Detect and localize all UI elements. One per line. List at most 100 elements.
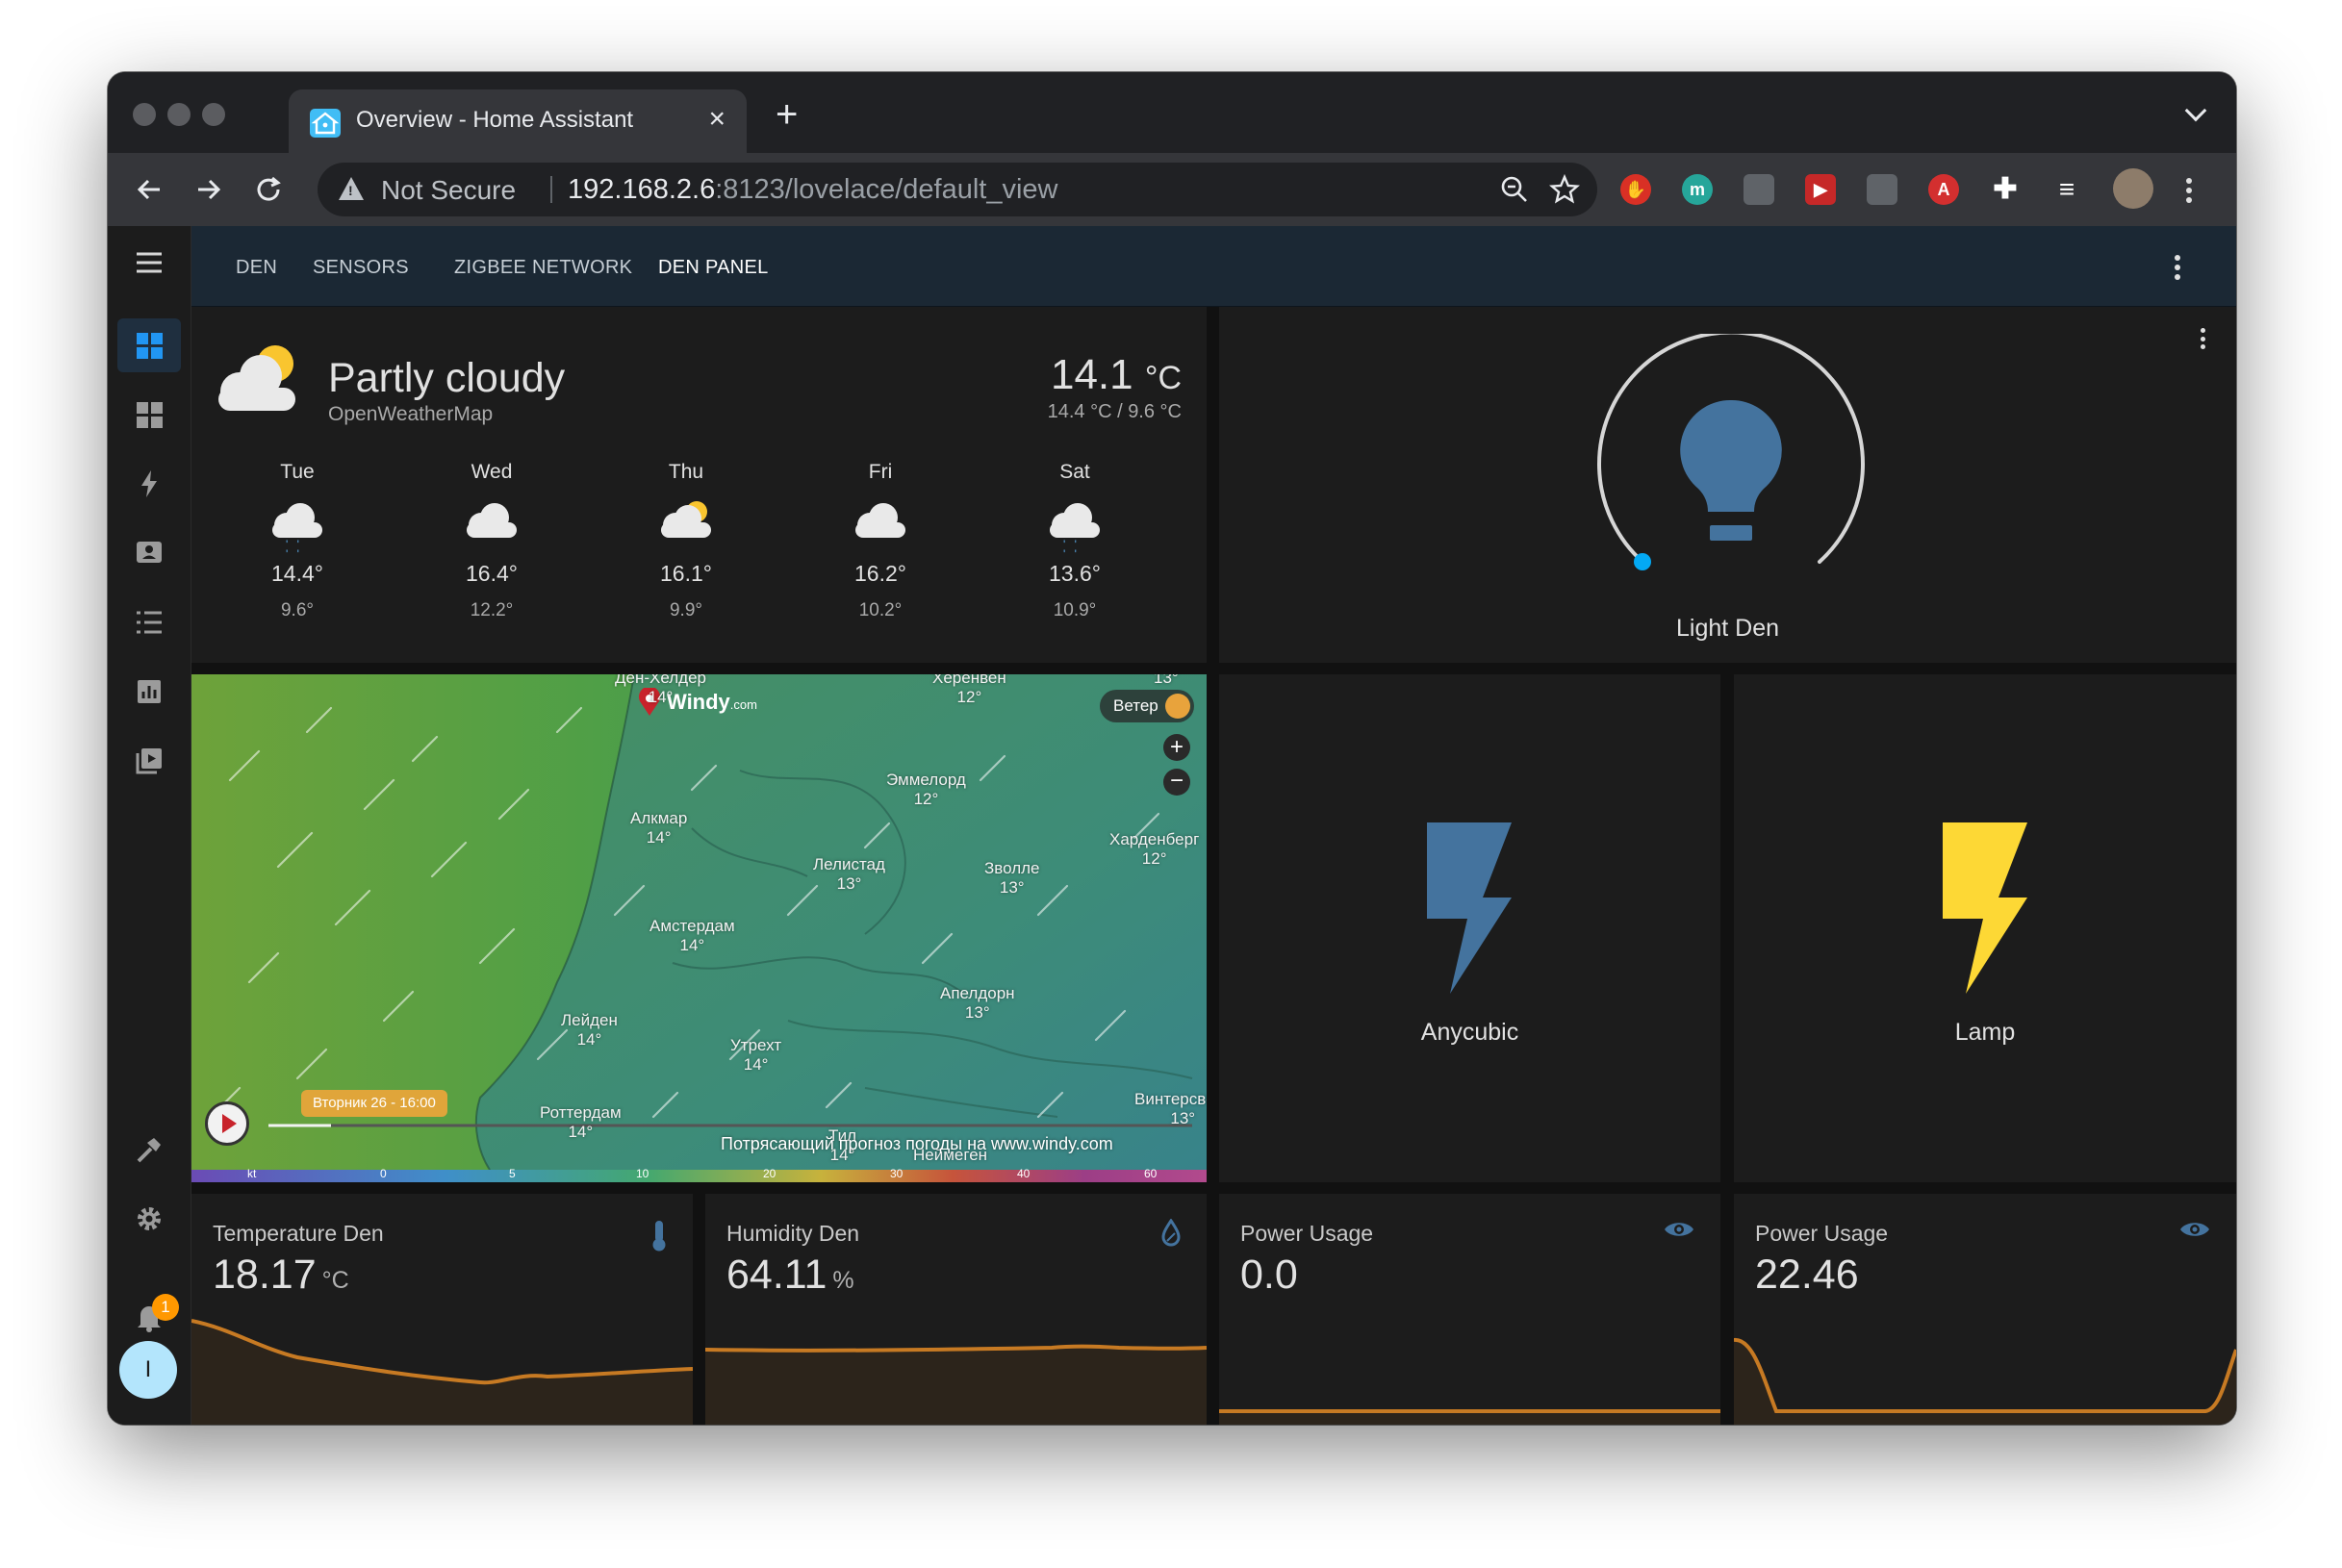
weather-source: OpenWeatherMap [328, 403, 494, 425]
sidebar-item-notifications[interactable]: 1 [117, 1290, 181, 1344]
sidebar-item-overview[interactable] [117, 318, 181, 372]
sensor-unit: °C [321, 1267, 349, 1294]
settings-icon [138, 1207, 161, 1230]
sidebar-item-logbook[interactable] [117, 526, 181, 580]
warning-icon [339, 177, 364, 200]
zoom-out-button[interactable]: − [1163, 769, 1190, 796]
new-tab-button[interactable]: + [776, 93, 798, 137]
sidebar-menu-icon[interactable] [117, 236, 181, 290]
media-queue-icon[interactable]: ≡ [2051, 174, 2082, 205]
browser-window: Overview - Home Assistant × + Not Secure… [108, 72, 2236, 1425]
tab-close-icon[interactable]: × [708, 103, 726, 136]
play-forecast-button[interactable] [205, 1101, 249, 1146]
map-city-label: Амстердам 14° [649, 917, 735, 954]
wallet-icon[interactable] [1867, 174, 1897, 205]
profile-avatar[interactable] [2113, 168, 2153, 209]
weather-card[interactable]: Partly cloudy OpenWeatherMap 14.1 °C 14.… [191, 307, 1207, 663]
wind-scale-label: 60 [1144, 1167, 1158, 1180]
sensor-name: Humidity Den [726, 1221, 860, 1246]
tab-search-chevron-icon[interactable] [2184, 99, 2207, 122]
map-city-label: Зволле 13° [984, 859, 1040, 897]
lamp-button-card[interactable]: Lamp [1734, 674, 2236, 1182]
puzzle-icon[interactable]: ✚ [1990, 174, 2021, 205]
minimize-window-button[interactable] [167, 103, 191, 126]
cloudy-icon [467, 501, 517, 544]
windy-credit[interactable]: Потрясающий прогноз погоды на www.windy.… [721, 1134, 1113, 1154]
zoom-icon[interactable] [1499, 174, 1530, 212]
sidebar-item-history[interactable] [117, 595, 181, 649]
sidebar-item-energy[interactable] [117, 457, 181, 511]
sensor-unit: % [832, 1267, 854, 1294]
tab-zigbee-network[interactable]: ZIGBEE NETWORK [454, 257, 632, 279]
light-more-info-icon[interactable] [2200, 328, 2205, 349]
wind-scale-label: 10 [636, 1167, 649, 1180]
stop-hand-icon[interactable]: ✋ [1620, 174, 1651, 205]
sidebar-item-developer-tools[interactable] [117, 1123, 181, 1176]
map-city-label: Утрехт 14° [730, 1036, 782, 1074]
overview-icon [136, 332, 163, 359]
windy-map-card[interactable]: Windy.com Ветер + − Ден-Хелдер 14° Херенв… [191, 674, 1207, 1182]
map-city-label: Лейден 14° [561, 1011, 618, 1049]
user-avatar[interactable]: I [119, 1341, 177, 1399]
weather-temperature-unit: °C [1144, 360, 1182, 396]
sensor-value: 22.46 [1755, 1252, 1865, 1299]
wind-scale: kt 0 5 10 20 30 40 60 [191, 1167, 1207, 1182]
tab-sensors[interactable]: SENSORS [313, 257, 409, 279]
wind-layer-button[interactable]: Ветер [1100, 690, 1194, 722]
sensor-card-temperature[interactable]: Temperature Den 18.17 °C [191, 1194, 693, 1425]
forecast-low: 10.9° [1053, 600, 1097, 620]
maximize-window-button[interactable] [202, 103, 225, 126]
water-percent-icon [1161, 1219, 1181, 1247]
forecast-low: 9.6° [280, 600, 314, 620]
wind-scale-label: 5 [509, 1167, 516, 1180]
energy-icon [141, 470, 157, 497]
lightbulb-icon[interactable] [1679, 398, 1783, 544]
sidebar-item-media[interactable] [117, 734, 181, 788]
close-window-button[interactable] [133, 103, 156, 126]
forward-arrow-icon[interactable] [194, 170, 223, 217]
light-name: Light Den [1675, 615, 1780, 642]
forecast-day-label: Fri [868, 461, 893, 483]
play-icon[interactable]: ▶ [1805, 174, 1836, 205]
zoom-in-button[interactable]: + [1163, 734, 1190, 761]
sidebar-item-dashboard[interactable] [117, 388, 181, 442]
reload-icon[interactable] [252, 170, 285, 217]
overflow-menu-icon[interactable] [2175, 255, 2180, 280]
tab-strip: Overview - Home Assistant × + [108, 72, 2236, 153]
forecast-high: 16.4° [466, 561, 518, 586]
m-icon[interactable]: m [1682, 174, 1713, 205]
a-icon[interactable]: A [1928, 174, 1959, 205]
forecast-time-label[interactable]: Вторник 26 - 16:00 [301, 1090, 447, 1117]
sidebar-item-settings[interactable] [117, 1192, 181, 1246]
sensor-card-humidity[interactable]: Humidity Den 64.11% [705, 1194, 1207, 1425]
tab-den-panel[interactable]: DEN PANEL [658, 257, 769, 279]
flash-icon [1943, 822, 2027, 994]
url-path: :8123/lovelace/default_view [715, 174, 1058, 205]
home-assistant-favicon-icon [310, 109, 341, 138]
sidebar-item-map[interactable] [117, 665, 181, 719]
sensor-card-power-anycubic[interactable]: Power Usage 0.0 [1219, 1194, 1720, 1425]
forecast-day: Tue ' ' ' ' 14.4° 9.6° [240, 461, 355, 621]
address-bar[interactable]: Not Secure 192.168.2.6:8123/lovelace/def… [318, 163, 1597, 216]
cloudy-icon [855, 501, 905, 544]
browser-menu-icon[interactable] [2186, 178, 2192, 203]
forecast-day: Sat ' ' ' ' 13.6° 10.9° [1017, 461, 1133, 621]
light-card[interactable]: Light Den [1219, 307, 2236, 663]
bookmark-star-icon[interactable] [1549, 173, 1580, 212]
sensor-card-power-lamp[interactable]: Power Usage 22.46 [1734, 1194, 2236, 1425]
anycubic-name: Anycubic [1420, 1019, 1519, 1046]
browser-tab[interactable]: Overview - Home Assistant × [289, 89, 747, 153]
folder-icon[interactable] [1744, 174, 1774, 205]
sensor-value-number: 22.46 [1755, 1252, 1859, 1298]
tab-title: Overview - Home Assistant [356, 107, 634, 133]
forecast-low: 12.2° [470, 600, 514, 620]
forecast-day: Thu 16.1° 9.9° [628, 461, 744, 621]
tab-den[interactable]: DEN [236, 257, 277, 279]
anycubic-button-card[interactable]: Anycubic [1219, 674, 1720, 1182]
sensor-name: Power Usage [1240, 1221, 1374, 1246]
url-host: 192.168.2.6 [568, 174, 716, 205]
wind-layer-icon [1165, 694, 1190, 719]
logbook-icon [137, 542, 162, 563]
back-arrow-icon[interactable] [135, 170, 164, 217]
map-city-label: Алкмар 14° [630, 809, 688, 847]
